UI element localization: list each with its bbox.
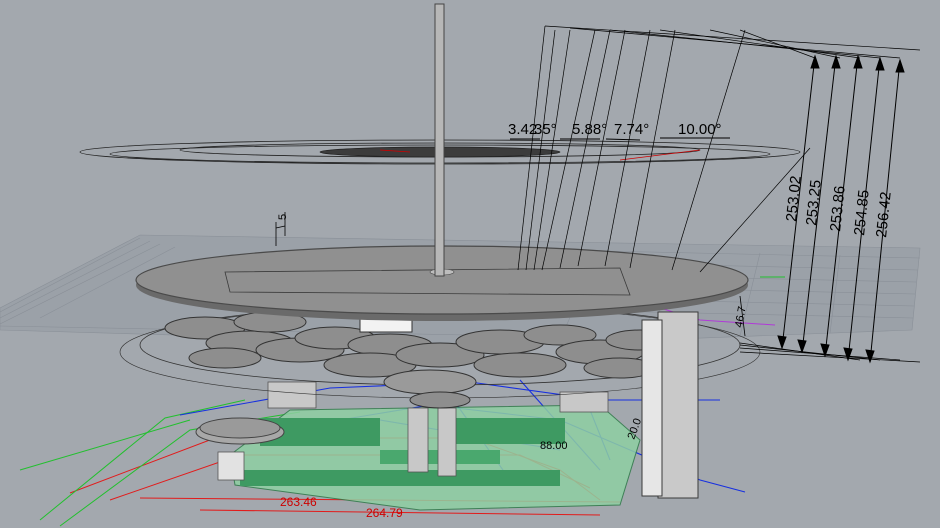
radius-dim-2: 253.25 bbox=[803, 179, 825, 226]
bottom-dim-1: 263.46 bbox=[280, 495, 317, 509]
angle-dim-2: 35° bbox=[534, 121, 557, 138]
angle-dim-1: 3.42 bbox=[508, 121, 537, 138]
angle-dim-3: 5.88° bbox=[572, 121, 607, 138]
model-scene: 5 253.02 253.25 253.86 254.85 256.42 3.4… bbox=[0, 3, 921, 527]
bottom-dim-2: 264.79 bbox=[366, 506, 403, 520]
3d-viewport[interactable]: 5 253.02 253.25 253.86 254.85 256.42 3.4… bbox=[0, 0, 940, 528]
lower-gear bbox=[195, 417, 285, 445]
center-mast bbox=[434, 3, 445, 277]
radius-dim-4: 254.85 bbox=[851, 189, 873, 236]
radius-dim-3: 253.86 bbox=[827, 185, 849, 232]
mast-height-label: 5 bbox=[277, 214, 289, 220]
right-pillar bbox=[641, 311, 699, 499]
angle-dim-5: 10.00° bbox=[678, 121, 722, 138]
radius-dim-1: 253.02 bbox=[783, 175, 805, 222]
side-dim-label: 20.0 bbox=[626, 417, 645, 441]
angle-dim-4: 7.74° bbox=[614, 121, 649, 138]
radius-dim-5: 256.42 bbox=[873, 191, 895, 238]
inner-dim-label: 88.00 bbox=[540, 440, 568, 452]
angle-dim-arcs bbox=[510, 137, 730, 141]
